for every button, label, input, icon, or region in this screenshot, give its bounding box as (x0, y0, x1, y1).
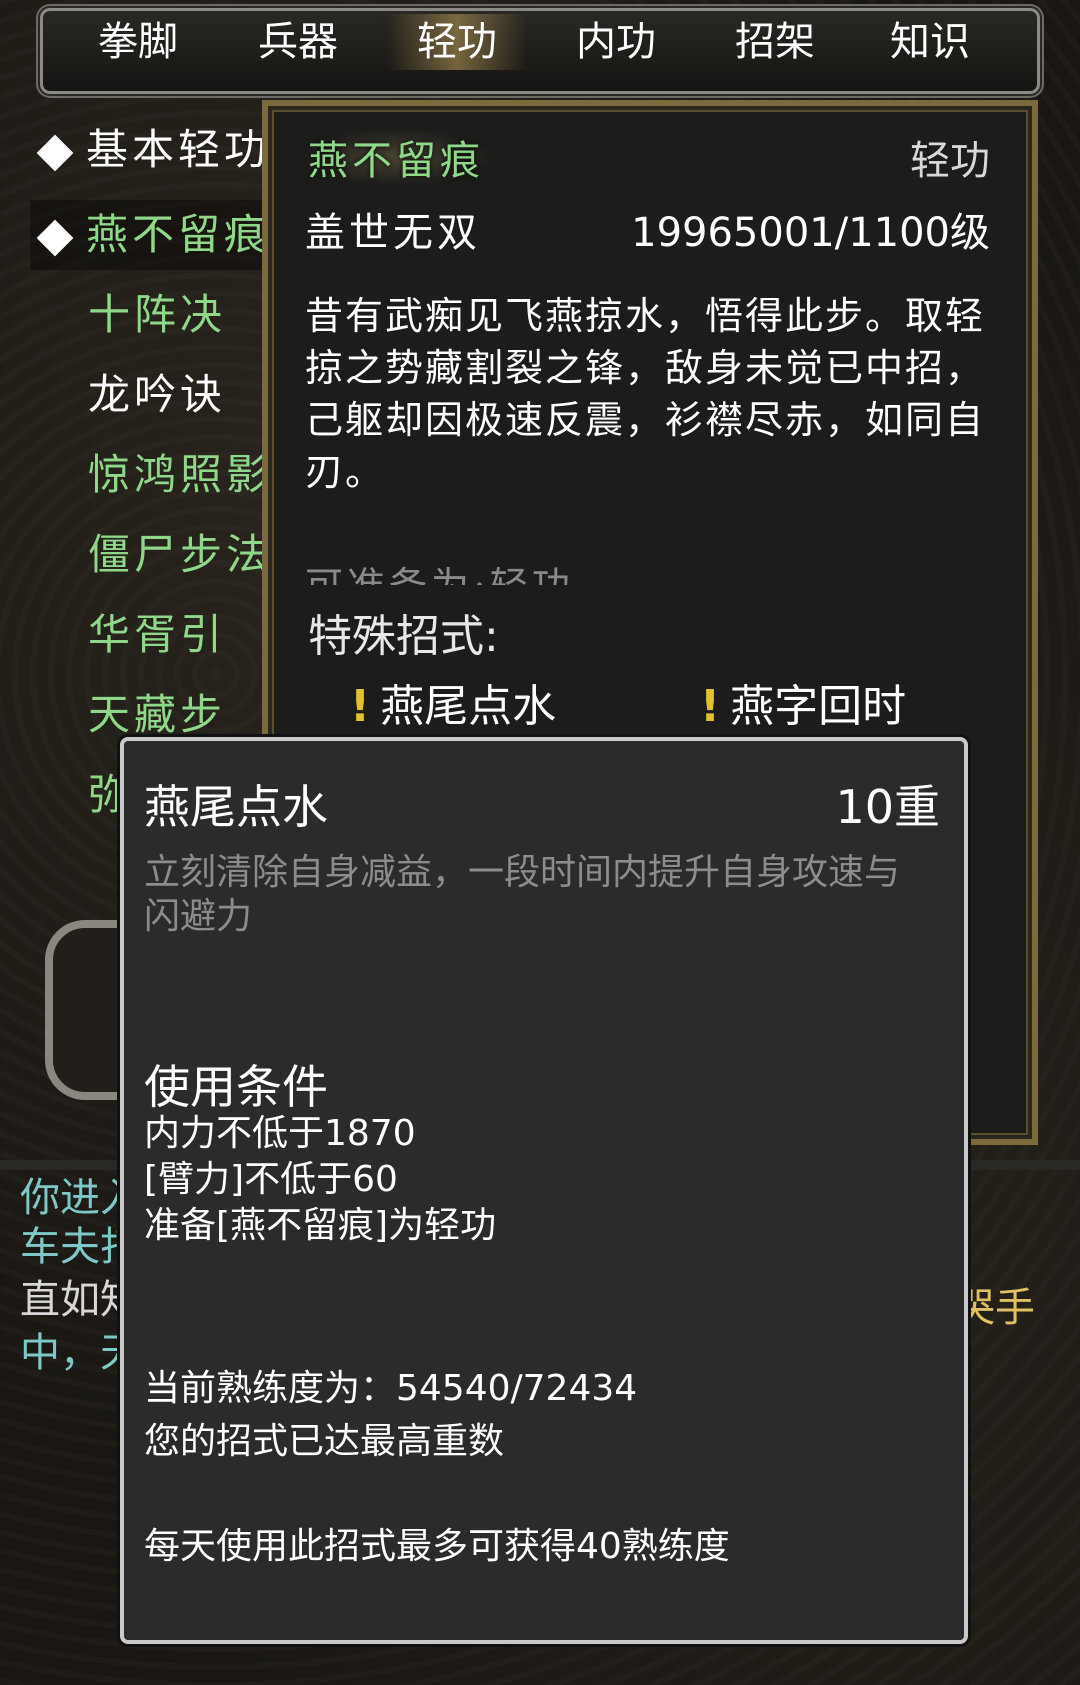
skill-name: 燕不留痕 (300, 128, 492, 186)
skill-item-yanbuliuhen[interactable]: 燕不留痕 (30, 200, 280, 270)
diamond-marker-icon (36, 134, 74, 172)
skill-item-shizhenjue[interactable]: 十阵决 (30, 280, 280, 350)
special-move-yanweidianshui[interactable]: ! 燕尾点水 (350, 670, 556, 734)
skill-item-longyinjue[interactable]: 龙吟诀 (30, 360, 280, 430)
tab-qinggong[interactable]: 轻功 (387, 14, 527, 70)
popup-condition-2: [臂力]不低于60 (144, 1159, 398, 1200)
skill-description: 昔有武痴见飞燕掠水，悟得此步。取轻掠之势藏割裂之锋，敌身未觉已中招，己躯却因极速… (305, 294, 986, 494)
skill-type: 轻功 (910, 138, 990, 184)
skill-prepare-hint: 可准备为:轻功 (305, 560, 574, 585)
skill-item-jinghongzhaoying[interactable]: 惊鸿照影 (30, 440, 280, 510)
popup-move-name: 燕尾点水 (144, 780, 328, 834)
skill-item-jiben-qinggong[interactable]: 基本轻功 (30, 115, 280, 185)
skill-item-jiangshibufa[interactable]: 僵尸步法 (30, 520, 280, 590)
tab-zhaojia[interactable]: 招架 (705, 14, 845, 70)
popup-move-description: 立刻清除自身减益，一段时间内提升自身攻速与闪避力 (144, 852, 901, 937)
skill-item-huaxuyin[interactable]: 华胥引 (30, 600, 280, 670)
tab-zhishi[interactable]: 知识 (860, 14, 1000, 70)
skill-rank: 盖世无双 (305, 210, 481, 256)
skill-level: 19965001/1100级 (631, 210, 990, 256)
popup-move-level: 10重 (835, 780, 940, 834)
popup-daily-note: 每天使用此招式最多可获得40熟练度 (144, 1526, 730, 1567)
diamond-marker-icon (36, 219, 74, 257)
popup-condition-3: 准备[燕不留痕]为轻功 (144, 1205, 497, 1246)
popup-proficiency: 当前熟练度为：54540/72434 (144, 1368, 638, 1409)
special-moves-label: 特殊招式: (308, 611, 499, 662)
special-move-yanzihuishi[interactable]: ! 燕字回时 (700, 670, 906, 734)
popup-conditions-heading: 使用条件 (144, 1060, 328, 1114)
exclamation-icon: ! (350, 681, 371, 732)
tab-neigong[interactable]: 内功 (546, 14, 686, 70)
tab-quanjiao[interactable]: 拳脚 (68, 14, 208, 70)
exclamation-icon: ! (700, 681, 721, 732)
popup-max-note: 您的招式已达最高重数 (144, 1421, 505, 1462)
popup-condition-1: 内力不低于1870 (144, 1113, 416, 1154)
move-tooltip-popup: 燕尾点水 10重 立刻清除自身减益，一段时间内提升自身攻速与闪避力 使用条件 内… (120, 737, 968, 1644)
tab-bingqi[interactable]: 兵器 (228, 14, 368, 70)
